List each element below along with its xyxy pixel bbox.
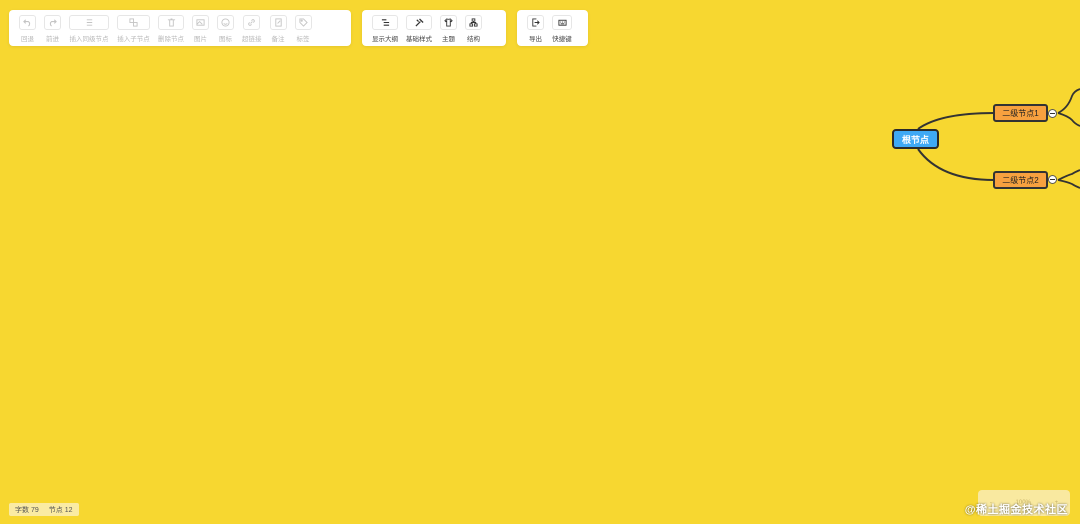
node-count: 节点 12 — [48, 506, 73, 514]
mindmap-connectors — [917, 88, 1080, 189]
collapse-node-2-button[interactable] — [1048, 175, 1057, 184]
connector-root-child1 — [917, 112, 995, 130]
collapse-node-1-button[interactable] — [1048, 109, 1057, 118]
status-bar: 字数 79 节点 12 — [9, 503, 79, 516]
connector-child2-branch-down — [1057, 179, 1080, 189]
root-node[interactable]: 根节点 — [892, 129, 939, 149]
connector-root-child2 — [917, 148, 995, 181]
connector-child1-branch-down — [1057, 112, 1080, 127]
watermark: @稀土掘金技术社区 — [964, 504, 1068, 516]
connector-child2-branch-up — [1057, 169, 1080, 181]
child-node-1[interactable]: 二级节点1 — [993, 104, 1048, 122]
word-count: 字数 79 — [15, 506, 39, 514]
connector-child1-branch-up — [1057, 88, 1080, 114]
child-node-2[interactable]: 二级节点2 — [993, 171, 1048, 189]
